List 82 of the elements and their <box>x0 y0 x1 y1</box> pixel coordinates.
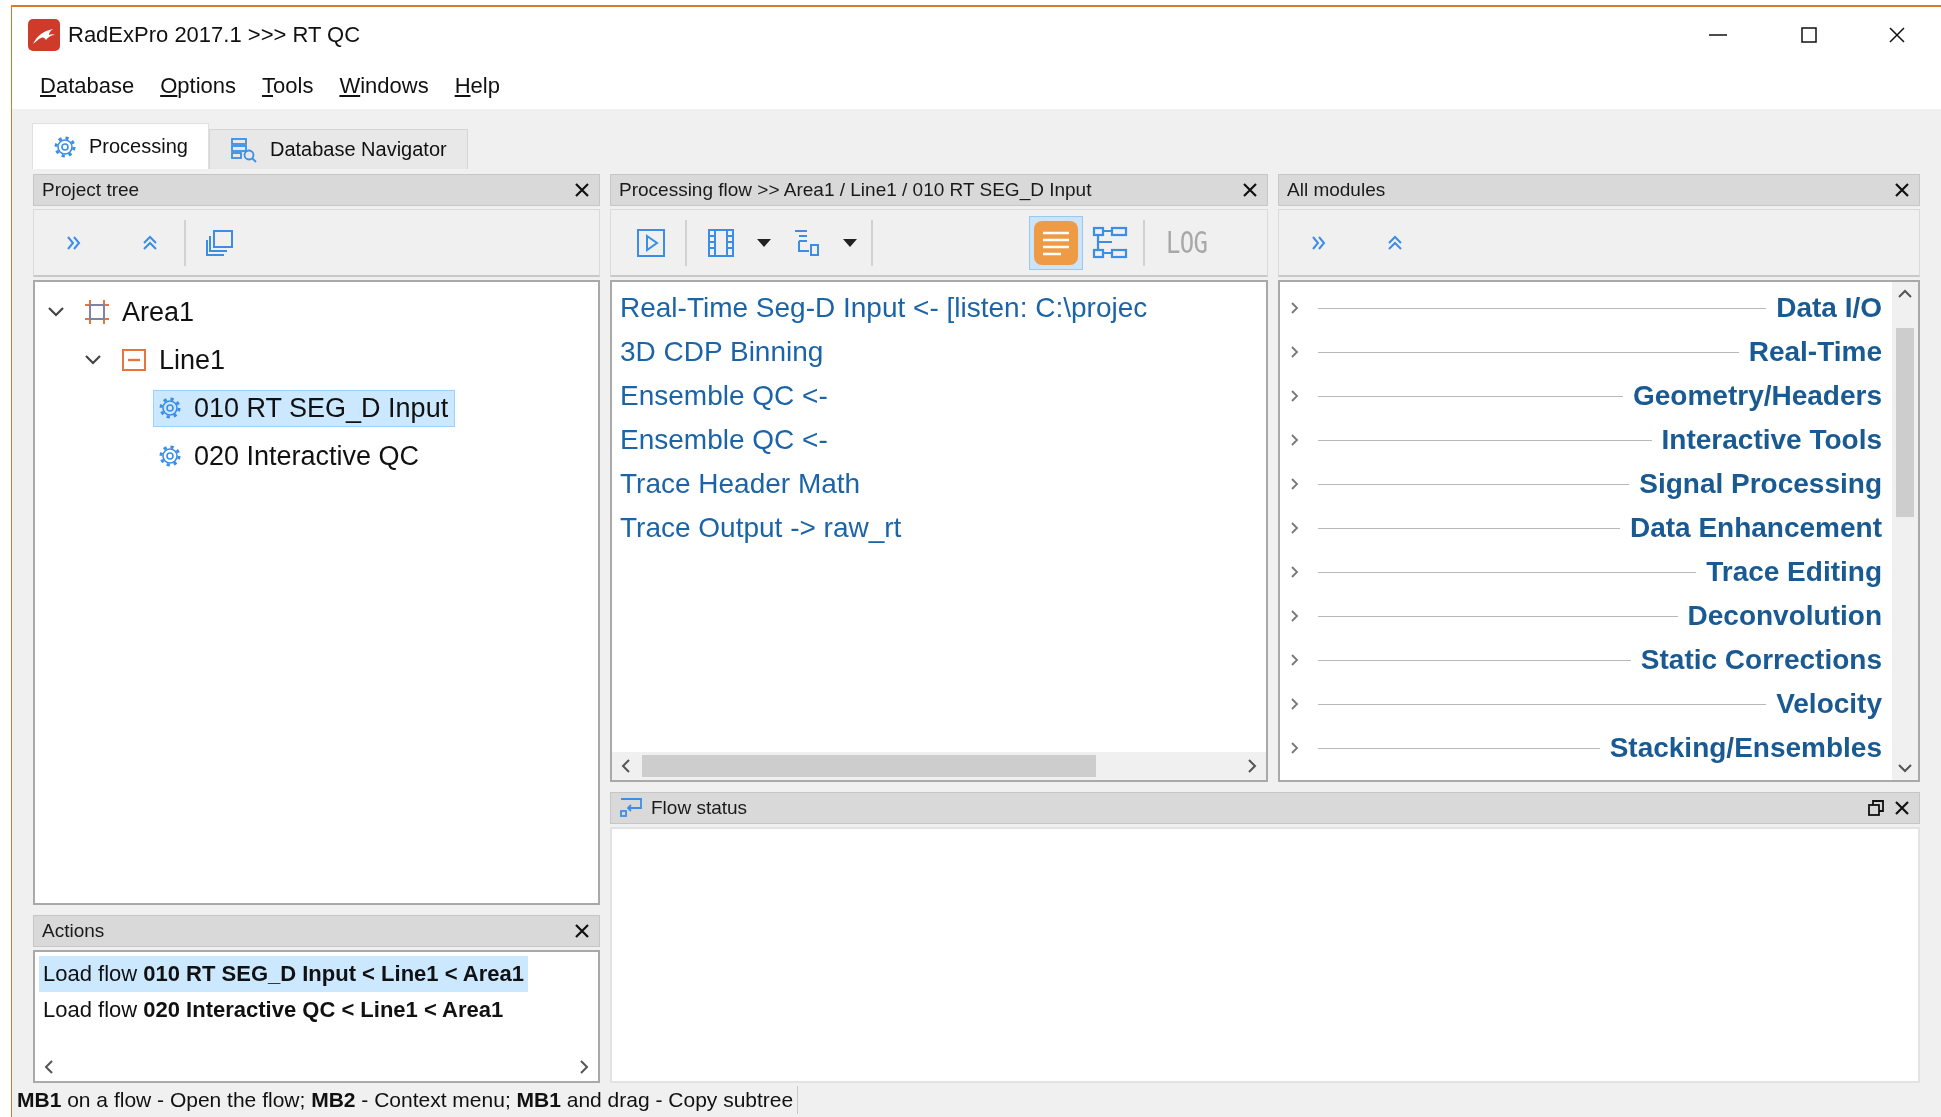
flow-module[interactable]: Ensemble QC <- <box>620 418 828 462</box>
tree-item[interactable]: Line1 <box>116 341 233 379</box>
minus-square-icon <box>121 347 147 373</box>
chevron-right-icon[interactable] <box>1290 565 1300 579</box>
flow-module[interactable]: Ensemble QC <- <box>620 374 828 418</box>
flow-module[interactable]: Real-Time Seg-D Input <- [listen: C:\projec <box>620 286 1148 330</box>
arrow-right-icon[interactable] <box>1246 758 1258 774</box>
module-group[interactable]: Trace Editing <box>1706 556 1882 588</box>
copy-icon[interactable] <box>205 227 235 258</box>
chevron-right-icon[interactable] <box>1290 521 1300 535</box>
chevron-right-icon[interactable] <box>1290 697 1300 711</box>
chevron-down-icon[interactable] <box>84 354 102 366</box>
module-group[interactable]: Static Corrections <box>1640 644 1882 676</box>
arrow-up-icon[interactable] <box>1897 288 1913 300</box>
gear-icon <box>53 134 77 159</box>
tab[interactable]: Database Navigator <box>208 129 468 169</box>
module-group[interactable]: Stacking/Ensembles <box>1609 732 1882 764</box>
module-group[interactable]: Signal Processing <box>1639 468 1882 500</box>
vertical-scrollbar[interactable] <box>1892 282 1918 780</box>
tree-item[interactable]: 010 RT SEG_D Input <box>153 389 456 427</box>
tab[interactable]: Processing <box>32 123 209 169</box>
module-group[interactable]: Interactive Tools <box>1661 424 1882 456</box>
arrow-right-icon[interactable] <box>578 1059 590 1075</box>
menu-item[interactable]: Help <box>443 69 515 103</box>
module-group[interactable]: Geometry/Headers <box>1633 380 1882 412</box>
flow-module[interactable]: 3D CDP Binning <box>620 330 824 374</box>
chevron-right-icon[interactable] <box>1290 301 1300 315</box>
action-item[interactable]: Load flow 020 Interactive QC < Line1 < Area1 <box>39 992 508 1028</box>
scrollbar-thumb[interactable] <box>1896 328 1914 517</box>
panel-title: Processing flow >> Area1 / Line1 / 010 RT SEG_D Input <box>619 179 1093 201</box>
diagram-icon <box>1092 225 1128 260</box>
close-icon[interactable] <box>573 922 591 940</box>
app-logo-icon <box>28 19 60 51</box>
close-icon[interactable] <box>1893 799 1911 817</box>
chevron-right-icon[interactable] <box>1290 609 1300 623</box>
flow-status-icon <box>619 797 643 819</box>
scrollbar-thumb[interactable] <box>642 755 1097 777</box>
chevron-right-icon[interactable] <box>1290 433 1300 447</box>
arrow-down-icon[interactable] <box>1897 762 1913 774</box>
window-title: RadExPro 2017.1 >>> RT QC <box>68 22 361 48</box>
module-group[interactable]: Data I/O <box>1776 292 1882 324</box>
close-icon[interactable] <box>1241 181 1259 199</box>
flow-module[interactable]: Trace Header Math <box>620 462 861 506</box>
database-search-icon <box>229 136 258 163</box>
tree-item[interactable]: 020 Interactive QC <box>153 437 427 475</box>
restore-window-icon[interactable] <box>1867 799 1885 817</box>
panel-title: Flow status <box>651 797 749 819</box>
module-group[interactable]: Real-Time <box>1748 336 1882 368</box>
tree-item[interactable]: Area1 <box>79 293 202 331</box>
module-group[interactable]: Deconvolution <box>1687 600 1882 632</box>
chevron-right-icon[interactable] <box>1290 345 1300 359</box>
arrow-left-icon[interactable] <box>620 758 632 774</box>
panel-title: Project tree <box>42 179 141 201</box>
chevron-right-icon[interactable] <box>1290 653 1300 667</box>
caret-down-icon[interactable] <box>843 238 857 247</box>
tree-structure-icon[interactable] <box>792 227 822 258</box>
gear-icon <box>158 444 182 468</box>
film-strip-icon[interactable] <box>706 227 736 258</box>
menu-item[interactable]: Options <box>149 69 252 103</box>
panel-title: Actions <box>42 920 106 942</box>
menu-item[interactable]: Tools <box>251 69 329 103</box>
menu-item[interactable]: Windows <box>328 69 444 103</box>
chevron-right-icon[interactable] <box>1290 741 1300 755</box>
panel-title: All modules <box>1287 179 1387 201</box>
module-group[interactable]: Velocity <box>1776 688 1882 720</box>
play-icon[interactable] <box>636 227 666 258</box>
chevron-right-icon[interactable] <box>1290 389 1300 403</box>
gear-icon <box>158 396 182 420</box>
chevron-down-icon[interactable] <box>47 306 65 318</box>
status-text: MB1 on a flow - Open the flow; MB2 - Context menu; MB1 and drag - Copy subtree <box>17 1086 799 1114</box>
close-icon[interactable] <box>573 181 591 199</box>
close-icon[interactable] <box>1893 181 1911 199</box>
arrow-left-icon[interactable] <box>43 1059 55 1075</box>
flow-module[interactable]: Trace Output -> raw_rt <box>620 506 902 550</box>
grid-frame-icon <box>84 299 110 325</box>
horizontal-scrollbar[interactable] <box>612 752 1266 780</box>
action-item[interactable]: Load flow 010 RT SEG_D Input < Line1 < Area1 <box>39 956 528 992</box>
menu-item[interactable]: Database <box>29 69 150 103</box>
list-icon <box>1034 220 1078 265</box>
caret-down-icon[interactable] <box>757 238 771 247</box>
chevron-right-icon[interactable] <box>1290 477 1300 491</box>
module-group[interactable]: Data Enhancement <box>1629 512 1882 544</box>
